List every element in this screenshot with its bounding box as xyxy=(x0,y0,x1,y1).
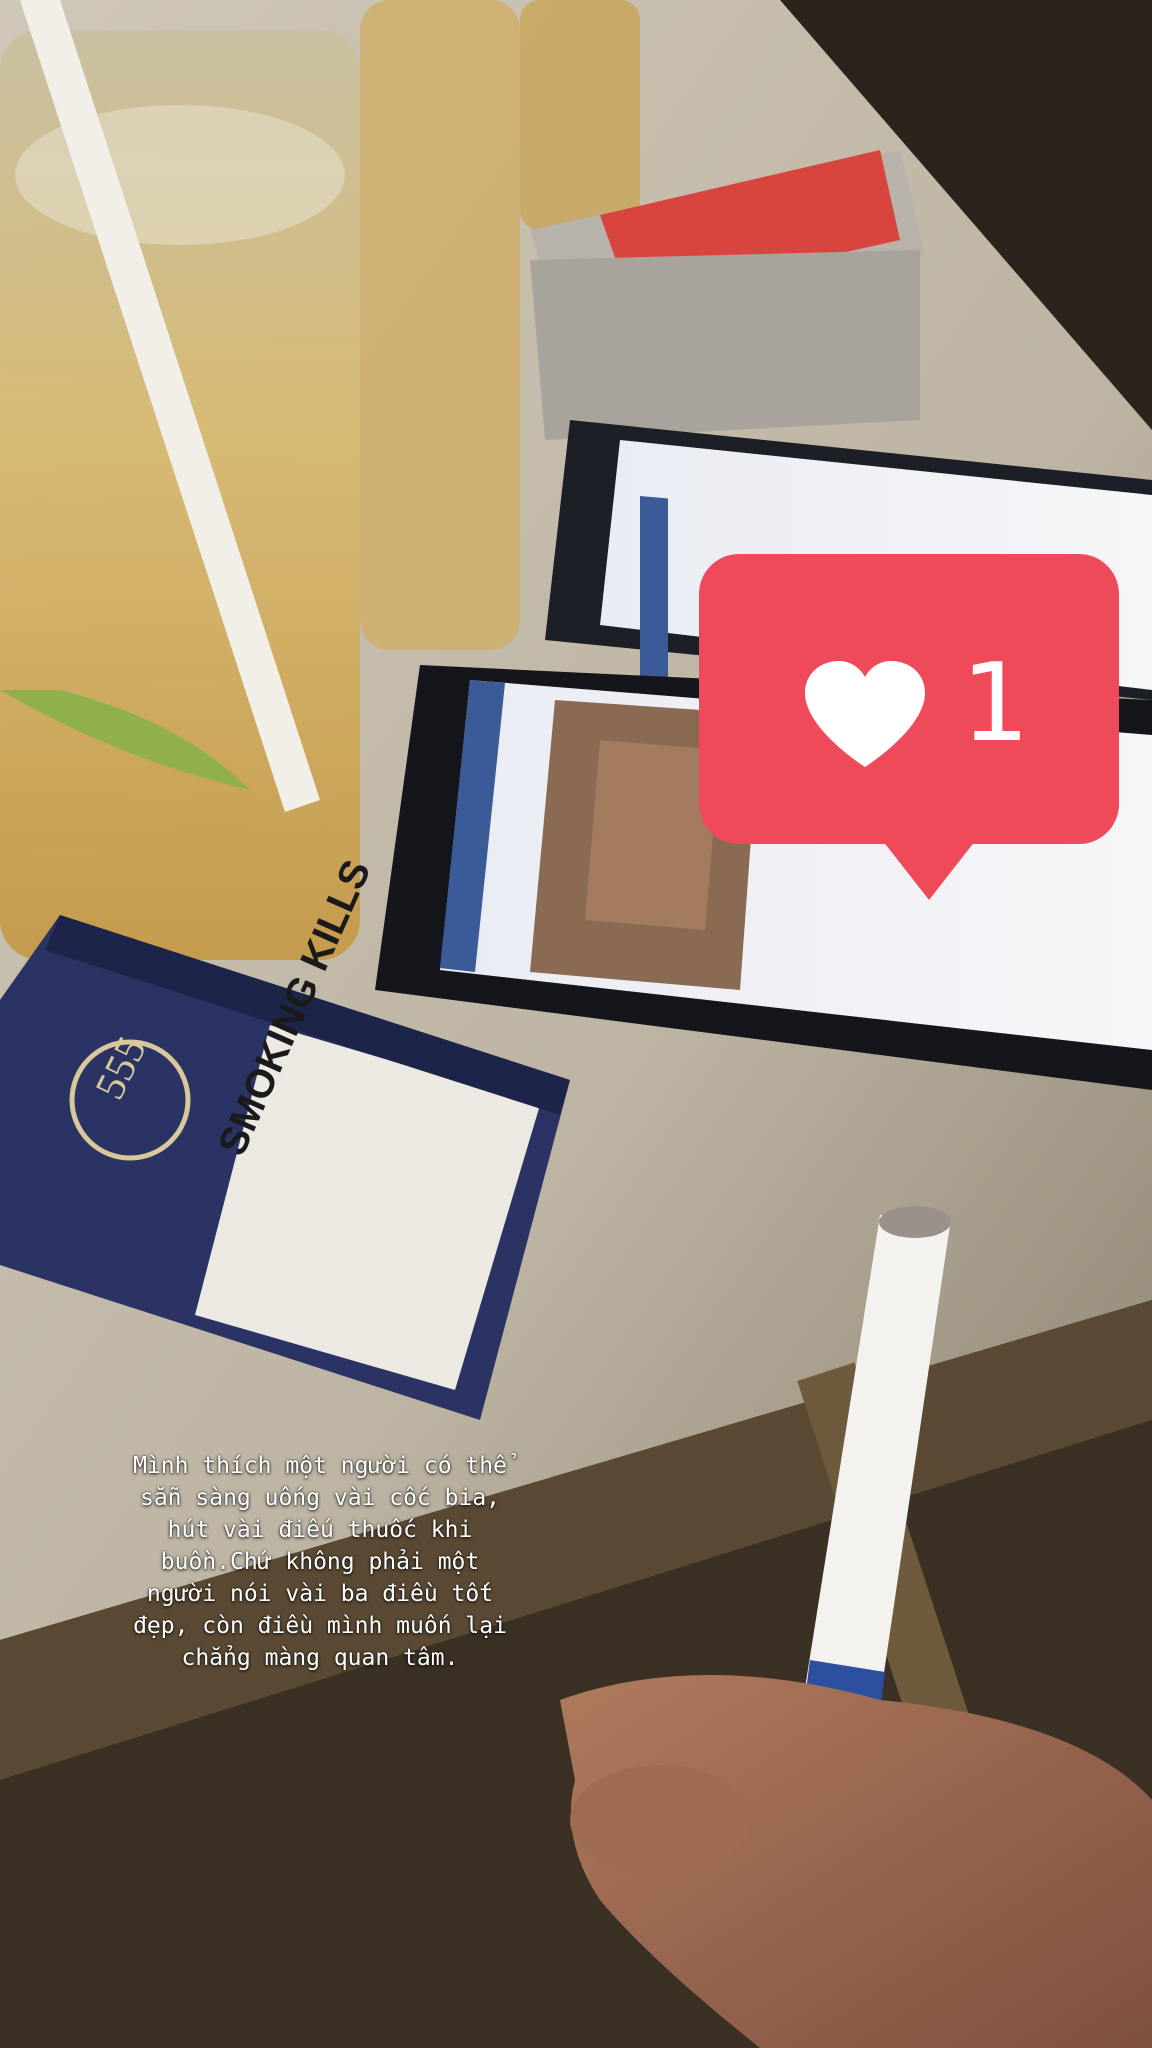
heart-icon xyxy=(805,661,925,767)
story-caption: Mình thích một người có thể sẵn sàng uốn… xyxy=(133,1453,507,1671)
like-badge[interactable]: 1 xyxy=(699,554,1119,930)
story-photo: 555 SMOKING KILLS 1 Mình thích một người… xyxy=(0,0,1152,2048)
like-count: 1 xyxy=(961,641,1030,766)
like-badge-tail xyxy=(879,836,979,900)
background-photo xyxy=(0,0,1152,2048)
